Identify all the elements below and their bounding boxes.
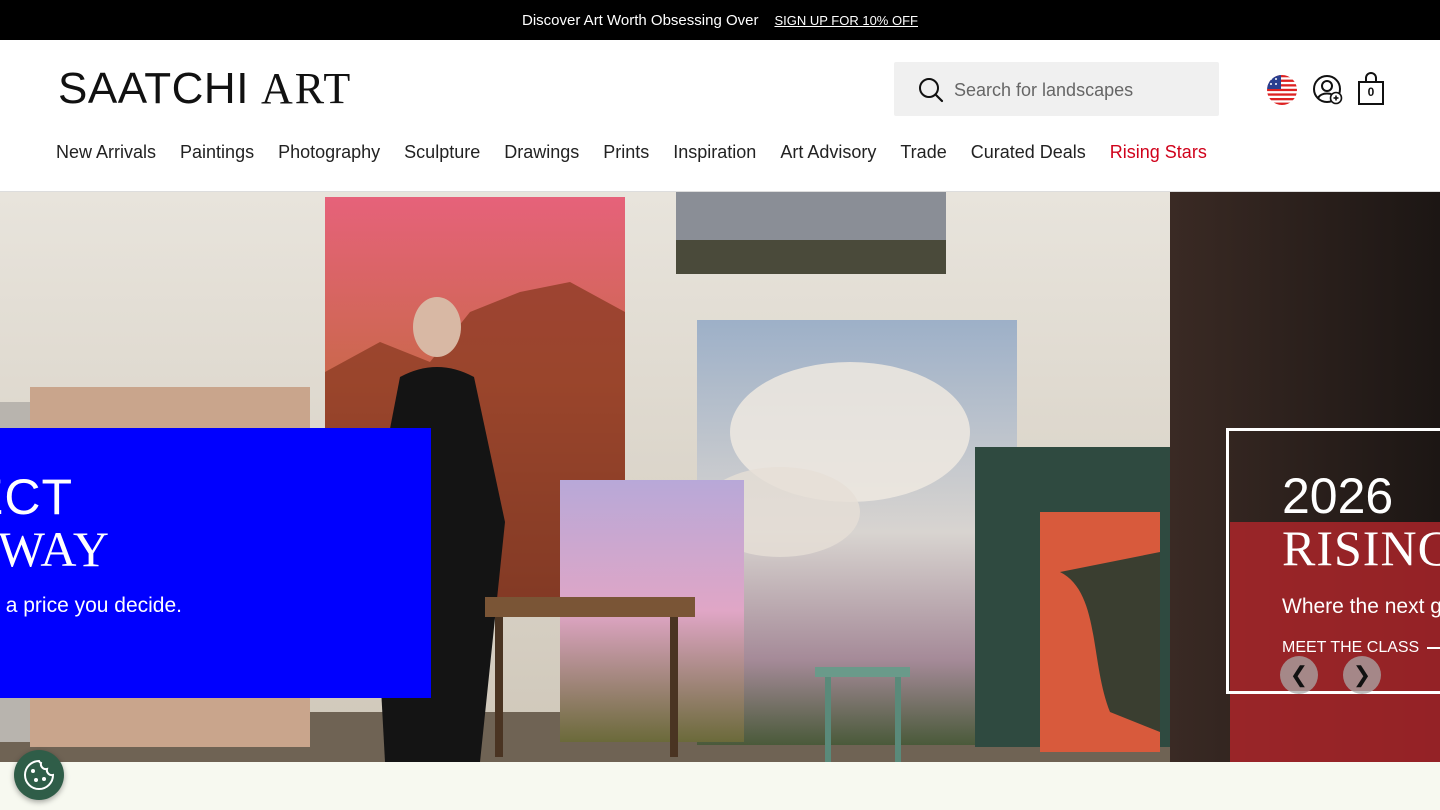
promo-headline-2: WAY <box>0 521 110 577</box>
rising-tagline: Where the next g <box>1282 595 1440 618</box>
promo-bar: Discover Art Worth Obsessing Over SIGN U… <box>0 0 1440 40</box>
meet-the-class-link[interactable]: MEET THE CLASS <box>1282 639 1440 657</box>
rising-stars-card[interactable]: 2026 RISING Where the next g MEET THE CL… <box>1226 428 1440 694</box>
search-bar <box>894 62 1219 116</box>
nav-item-sculpture[interactable]: Sculpture <box>404 142 480 163</box>
logo-text-saatchi: SAATCHI <box>58 64 249 113</box>
logo-text-art: ART <box>260 64 353 113</box>
promo-headline-1: ECT <box>0 469 73 525</box>
carousel-prev-button[interactable]: ❮ <box>1280 656 1318 694</box>
nav-item-new-arrivals[interactable]: New Arrivals <box>56 142 156 163</box>
nav-item-drawings[interactable]: Drawings <box>504 142 579 163</box>
carousel-next-button[interactable]: ❯ <box>1343 656 1381 694</box>
nav-item-curated-deals[interactable]: Curated Deals <box>971 142 1086 163</box>
cart-count: 0 <box>1367 85 1375 99</box>
account-icon[interactable] <box>1312 74 1344 106</box>
nav-item-art-advisory[interactable]: Art Advisory <box>780 142 876 163</box>
main-nav: New Arrivals Paintings Photography Sculp… <box>56 142 1207 163</box>
saatchi-art-logo[interactable]: SAATCHI ART <box>58 67 352 111</box>
arrow-right-icon <box>1427 647 1440 649</box>
us-flag-icon[interactable] <box>1267 75 1297 105</box>
cookie-icon <box>24 759 55 790</box>
cart-icon[interactable]: 0 <box>1356 72 1386 106</box>
nav-item-photography[interactable]: Photography <box>278 142 380 163</box>
promo-text: Discover Art Worth Obsessing Over <box>522 11 759 29</box>
hero-carousel: ECT WAY , a price you decide. 2026 RISIN… <box>0 192 1440 762</box>
promo-subtitle: , a price you decide. <box>0 594 182 617</box>
search-icon[interactable] <box>918 77 944 103</box>
nav-item-paintings[interactable]: Paintings <box>180 142 254 163</box>
rising-title: RISING <box>1282 520 1440 576</box>
site-header: SAATCHI ART Search for landscapes 0 New … <box>0 40 1440 192</box>
promo-card[interactable]: ECT WAY , a price you decide. <box>0 428 431 698</box>
nav-item-inspiration[interactable]: Inspiration <box>673 142 756 163</box>
signup-link[interactable]: SIGN UP FOR 10% OFF <box>774 13 918 28</box>
nav-item-prints[interactable]: Prints <box>603 142 649 163</box>
search-input[interactable] <box>952 76 1206 104</box>
nav-item-rising-stars[interactable]: Rising Stars <box>1110 142 1207 163</box>
cookie-settings-button[interactable] <box>14 750 64 800</box>
rising-year: 2026 <box>1282 468 1394 524</box>
meet-the-class-label: MEET THE CLASS <box>1282 639 1420 656</box>
nav-item-trade[interactable]: Trade <box>900 142 946 163</box>
